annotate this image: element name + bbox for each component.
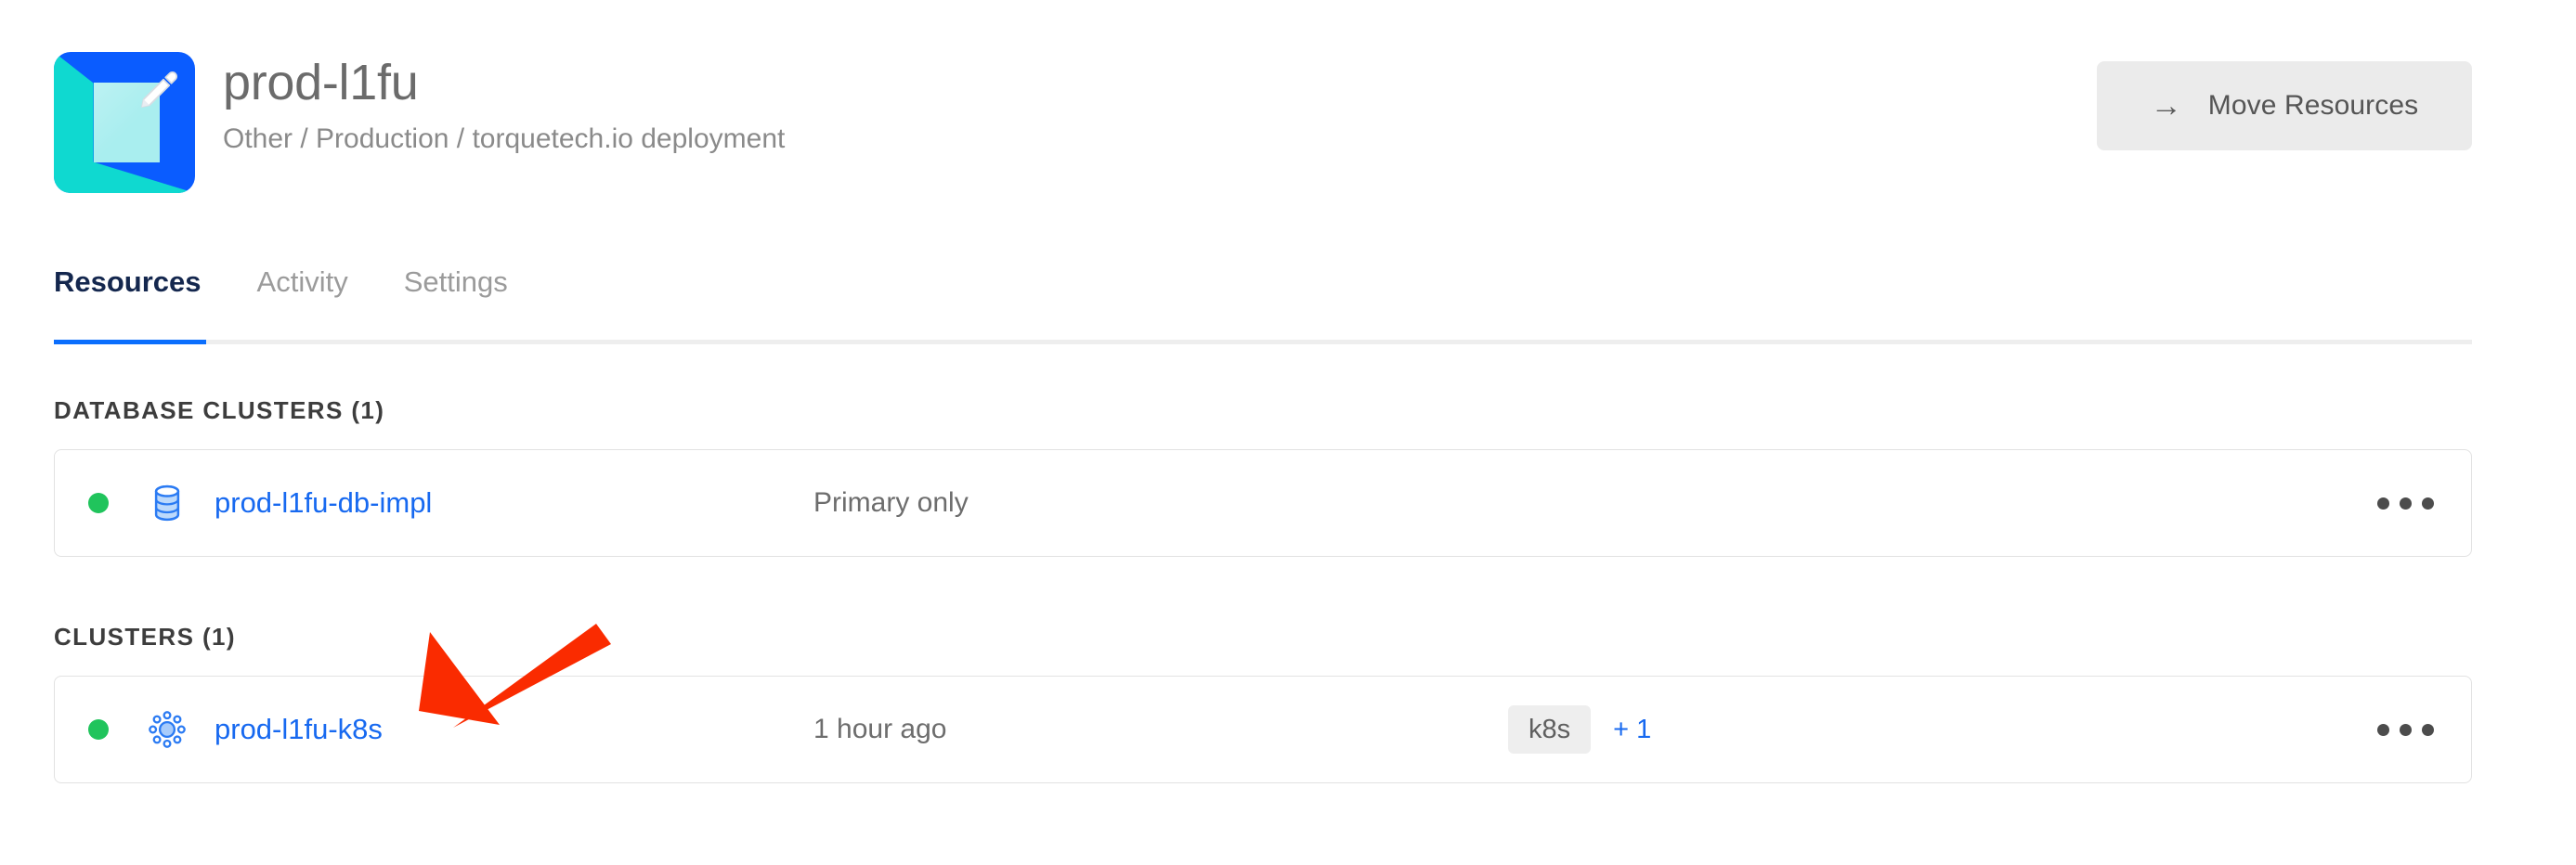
kebab-dot [2377, 497, 2389, 510]
kebab-dot [2422, 497, 2434, 510]
tag-chip-k8s[interactable]: k8s [1508, 705, 1592, 754]
resource-link-prod-l1fu-db-impl[interactable]: prod-l1fu-db-impl [215, 486, 432, 520]
project-avatar [54, 52, 195, 193]
section-clusters: CLUSTERS (1) prod-l1fu-k8s 1 hour ago k8… [54, 622, 2472, 783]
project-resources-page: prod-l1fu Other / Production / torquetec… [0, 0, 2576, 865]
kebab-menu-icon[interactable] [2372, 711, 2439, 749]
section-title-database-clusters: DATABASE CLUSTERS (1) [54, 396, 385, 424]
section-title-clusters: CLUSTERS (1) [54, 623, 236, 651]
tab-active-indicator [54, 340, 206, 344]
kebab-dot [2422, 723, 2434, 736]
status-badge [88, 493, 109, 513]
tab-settings[interactable]: Settings [404, 264, 508, 301]
section-database-clusters: DATABASE CLUSTERS (1) prod-l1fu-db-impl … [54, 395, 2472, 557]
page-header: prod-l1fu Other / Production / torquetec… [54, 52, 2472, 200]
tag-more-link[interactable]: + 1 [1613, 715, 1651, 745]
arrow-right-icon: → [2150, 88, 2182, 123]
page-title: prod-l1fu [223, 55, 419, 110]
status-badge [88, 719, 109, 740]
move-resources-label: Move Resources [2207, 90, 2419, 121]
move-resources-button[interactable]: → Move Resources [2097, 61, 2472, 150]
resource-tags: k8s + 1 [1508, 705, 1651, 754]
database-icon [146, 482, 189, 524]
tab-activity[interactable]: Activity [257, 264, 348, 301]
tab-resources[interactable]: Resources [54, 264, 202, 301]
kebab-dot [2400, 497, 2412, 510]
tab-underline-track [54, 340, 2472, 344]
breadcrumb: Other / Production / torquetech.io deplo… [223, 123, 786, 154]
project-identity: prod-l1fu Other / Production / torquetec… [54, 52, 785, 193]
resource-link-prod-l1fu-k8s[interactable]: prod-l1fu-k8s [215, 713, 383, 746]
table-row[interactable]: prod-l1fu-k8s 1 hour ago k8s + 1 [54, 676, 2472, 783]
kubernetes-icon [146, 708, 189, 751]
project-title-block: prod-l1fu Other / Production / torquetec… [223, 52, 785, 158]
resource-meta: Primary only [813, 487, 969, 518]
kebab-menu-icon[interactable] [2372, 484, 2439, 523]
table-row[interactable]: prod-l1fu-db-impl Primary only [54, 449, 2472, 557]
tab-bar: Resources Activity Settings [54, 264, 2472, 347]
pencil-icon [141, 71, 177, 108]
resource-meta: 1 hour ago [813, 714, 947, 744]
kebab-dot [2400, 723, 2412, 736]
kebab-dot [2377, 723, 2389, 736]
